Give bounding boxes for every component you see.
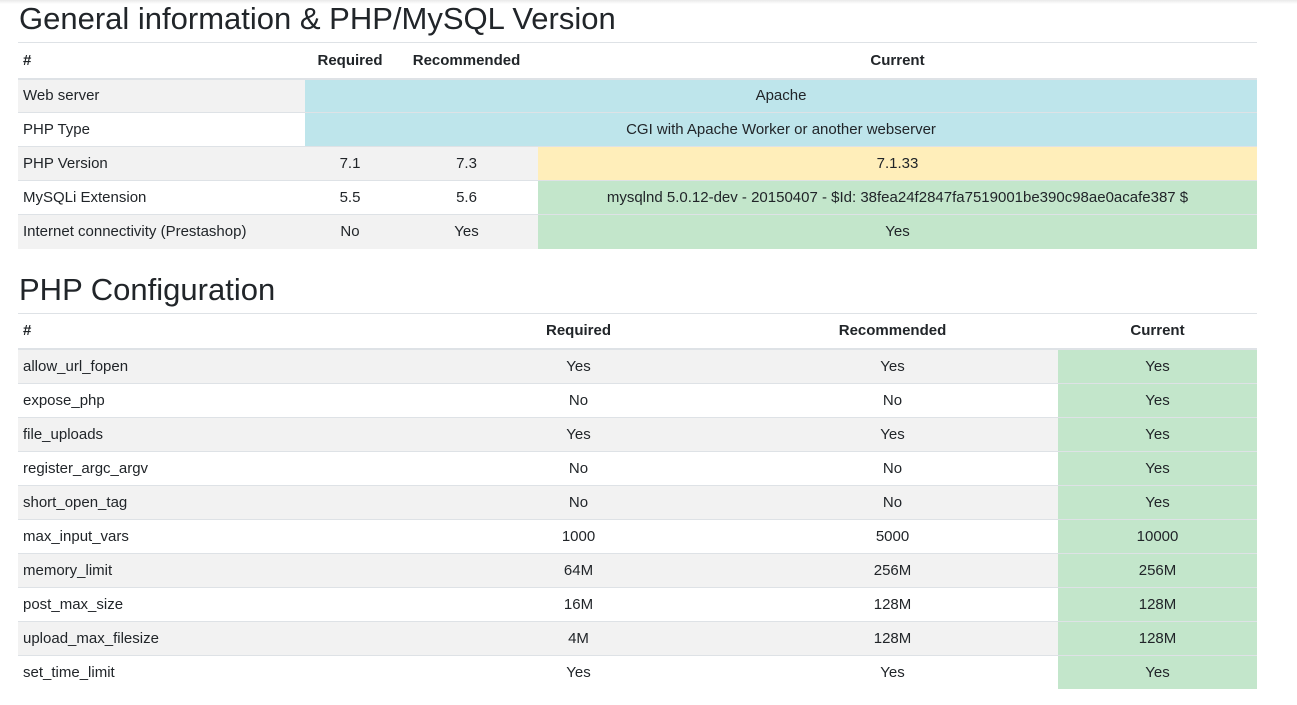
table-row-php-type: PHP Type CGI with Apache Worker or anoth… [18,112,1257,147]
row-recommended-value: Yes [395,214,538,249]
table-header-row: # Required Recommended Current [18,312,1257,350]
row-label: MySQLi Extension [18,180,305,215]
header-hash: # [18,42,305,80]
header-required: Required [305,42,395,80]
row-current-value: mysqlnd 5.0.12-dev - 20150407 - $Id: 38f… [538,180,1257,215]
row-label: allow_url_fopen [18,348,430,383]
table-row: register_argc_argv No No Yes [18,450,1257,485]
row-current-value: 7.1.33 [538,146,1257,181]
table-row: memory_limit 64M 256M 256M [18,552,1257,587]
row-required-value: 5.5 [305,180,395,215]
row-label: PHP Type [18,112,305,147]
header-current: Current [1058,312,1257,350]
row-recommended-value: 5000 [727,518,1058,553]
section-title-php-config: PHP Configuration [19,271,276,307]
row-required-value: No [305,214,395,249]
row-recommended-value: 128M [727,586,1058,621]
row-recommended-value: No [727,382,1058,417]
row-label: Web server [18,78,305,113]
row-required-value: 16M [430,586,727,621]
table-row: file_uploads Yes Yes Yes [18,416,1257,451]
header-hash: # [18,312,430,350]
row-required-value: Yes [430,654,727,689]
row-label: upload_max_filesize [18,620,430,655]
table-row: set_time_limit Yes Yes Yes [18,654,1257,689]
general-info-table: # Required Recommended Current Web serve… [18,42,1257,249]
row-current-value: 128M [1058,620,1257,655]
table-row-web-server: Web server Apache [18,78,1257,113]
table-row: max_input_vars 1000 5000 10000 [18,518,1257,553]
table-row: post_max_size 16M 128M 128M [18,586,1257,621]
row-current-value: Yes [538,214,1257,249]
row-required-value: No [430,484,727,519]
php-config-rows: allow_url_fopen Yes Yes Yes expose_php N… [18,348,1257,689]
row-current-value: 10000 [1058,518,1257,553]
row-label: Internet connectivity (Prestashop) [18,214,305,249]
row-required-value: 64M [430,552,727,587]
row-label: set_time_limit [18,654,430,689]
table-row-internet: Internet connectivity (Prestashop) No Ye… [18,214,1257,249]
row-label: PHP Version [18,146,305,181]
table-header-row: # Required Recommended Current [18,42,1257,80]
row-label: file_uploads [18,416,430,451]
row-recommended-value: 5.6 [395,180,538,215]
row-current-value: Yes [1058,382,1257,417]
row-label: max_input_vars [18,518,430,553]
row-recommended-value: Yes [727,348,1058,383]
row-recommended-value: Yes [727,416,1058,451]
row-recommended-value: Yes [727,654,1058,689]
table-row: upload_max_filesize 4M 128M 128M [18,620,1257,655]
table-row-php-version: PHP Version 7.1 7.3 7.1.33 [18,146,1257,181]
row-current-value: CGI with Apache Worker or another webser… [305,112,1257,147]
table-row: short_open_tag No No Yes [18,484,1257,519]
row-label: register_argc_argv [18,450,430,485]
row-label: expose_php [18,382,430,417]
table-row: expose_php No No Yes [18,382,1257,417]
row-recommended-value: No [727,450,1058,485]
section-title-general: General information & PHP/MySQL Version [19,1,616,36]
row-current-value: 128M [1058,586,1257,621]
row-recommended-value: 7.3 [395,146,538,181]
row-required-value: 7.1 [305,146,395,181]
row-label: short_open_tag [18,484,430,519]
header-recommended: Recommended [395,42,538,80]
table-row: allow_url_fopen Yes Yes Yes [18,348,1257,383]
header-current: Current [538,42,1257,80]
row-required-value: No [430,450,727,485]
table-row-mysqli: MySQLi Extension 5.5 5.6 mysqlnd 5.0.12-… [18,180,1257,215]
row-current-value: Yes [1058,450,1257,485]
row-current-value: Yes [1058,654,1257,689]
header-required: Required [430,312,727,350]
page-content: General information & PHP/MySQL Version … [18,0,1257,689]
php-config-table: # Required Recommended Current allow_url… [18,312,1257,689]
row-recommended-value: No [727,484,1058,519]
row-required-value: 1000 [430,518,727,553]
row-current-value: Yes [1058,484,1257,519]
row-current-value: Yes [1058,348,1257,383]
row-current-value: Apache [305,78,1257,113]
row-required-value: Yes [430,416,727,451]
row-required-value: 4M [430,620,727,655]
row-recommended-value: 128M [727,620,1058,655]
row-recommended-value: 256M [727,552,1058,587]
row-label: post_max_size [18,586,430,621]
row-current-value: 256M [1058,552,1257,587]
header-recommended: Recommended [727,312,1058,350]
row-required-value: Yes [430,348,727,383]
row-current-value: Yes [1058,416,1257,451]
row-required-value: No [430,382,727,417]
row-label: memory_limit [18,552,430,587]
